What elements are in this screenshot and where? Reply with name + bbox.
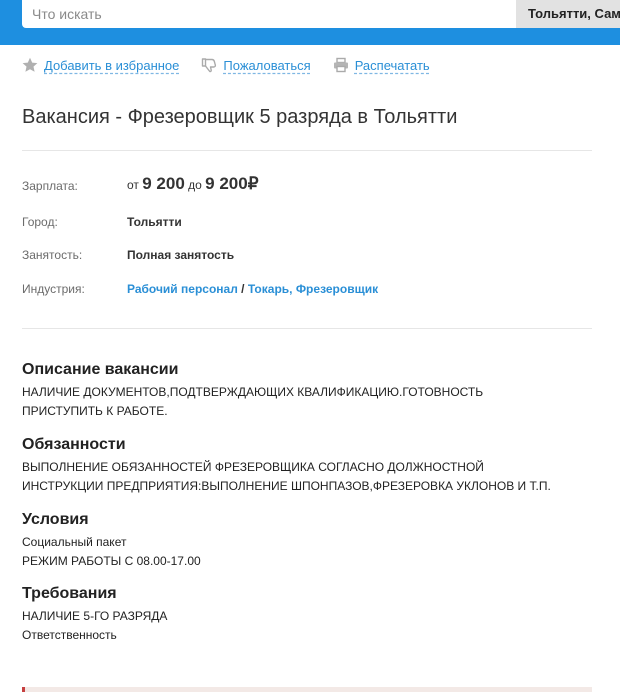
salary-from-prefix: от <box>127 178 139 192</box>
duties-line: ВЫПОЛНЕНИЕ ОБЯЗАННОСТЕЙ ФРЕЗЕРОВЩИКА СОГ… <box>22 460 484 474</box>
description-text: НАЛИЧИЕ ДОКУМЕНТОВ,ПОДТВЕРЖДАЮЩИХ КВАЛИФ… <box>22 383 602 421</box>
conditions-line: РЕЖИМ РАБОТЫ С 08.00-17.00 <box>22 554 201 568</box>
employment-label: Занятость: <box>22 248 83 262</box>
add-to-favorites-link[interactable]: Добавить в избранное <box>22 57 179 73</box>
city-select[interactable]: Тольятти, Сам <box>516 0 620 28</box>
requirements-text: НАЛИЧИЕ 5-ГО РАЗРЯДА Ответственность <box>22 607 602 645</box>
conditions-title: Условия <box>22 511 89 528</box>
divider <box>22 150 592 151</box>
add-to-favorites-label: Добавить в избранное <box>44 57 180 73</box>
description-line: НАЛИЧИЕ ДОКУМЕНТОВ,ПОДТВЕРЖДАЮЩИХ КВАЛИФ… <box>22 385 484 399</box>
industry-value: Рабочий персонал / Токарь, Фрезеровщик <box>127 282 378 296</box>
salary-to-prefix: до <box>188 178 202 192</box>
salary-label: Зарплата: <box>22 179 78 193</box>
print-label: Распечатать <box>354 57 430 73</box>
search-input[interactable] <box>22 0 516 28</box>
requirements-title: Требования <box>22 585 117 602</box>
conditions-text: Социальный пакет РЕЖИМ РАБОТЫ С 08.00-17… <box>22 533 602 571</box>
action-bar: Добавить в избранное Пожаловаться Распеч… <box>22 55 452 75</box>
complain-link[interactable]: Пожаловаться <box>201 57 311 73</box>
salary-from: 9 200 <box>142 174 185 193</box>
duties-title: Обязанности <box>22 436 126 453</box>
requirements-line: НАЛИЧИЕ 5-ГО РАЗРЯДА <box>22 609 168 623</box>
duties-text: ВЫПОЛНЕНИЕ ОБЯЗАННОСТЕЙ ФРЕЗЕРОВЩИКА СОГ… <box>22 458 602 496</box>
print-link[interactable]: Распечатать <box>333 57 430 73</box>
requirements-line: Ответственность <box>22 628 117 642</box>
header-bar: Тольятти, Сам <box>0 0 620 45</box>
employment-value: Полная занятость <box>127 248 235 262</box>
city-value: Тольятти <box>127 215 182 229</box>
industry-sub-link[interactable]: Токарь, Фрезеровщик <box>248 282 378 296</box>
description-title: Описание вакансии <box>22 361 179 378</box>
star-icon <box>22 57 38 73</box>
notice-banner-edge <box>22 687 592 692</box>
industry-main-link[interactable]: Рабочий персонал <box>127 282 238 296</box>
page-title: Вакансия - Фрезеровщик 5 разряда в Толья… <box>22 106 458 128</box>
industry-label: Индустрия: <box>22 282 85 296</box>
complain-label: Пожаловаться <box>223 57 311 73</box>
divider <box>22 328 592 329</box>
printer-icon <box>333 57 349 73</box>
city-label: Город: <box>22 215 58 229</box>
salary-to: 9 200 <box>205 174 248 193</box>
currency-sign: ₽ <box>247 174 259 193</box>
industry-separator: / <box>241 282 245 296</box>
duties-line: ИНСТРУКЦИИ ПРЕДПРИЯТИЯ:ВЫПОЛНЕНИЕ ШПОНПА… <box>22 479 551 493</box>
thumb-down-icon <box>201 57 217 73</box>
salary-value: от 9 200 до 9 200₽ <box>127 174 259 194</box>
description-line: ПРИСТУПИТЬ К РАБОТЕ. <box>22 404 168 418</box>
conditions-line: Социальный пакет <box>22 535 127 549</box>
